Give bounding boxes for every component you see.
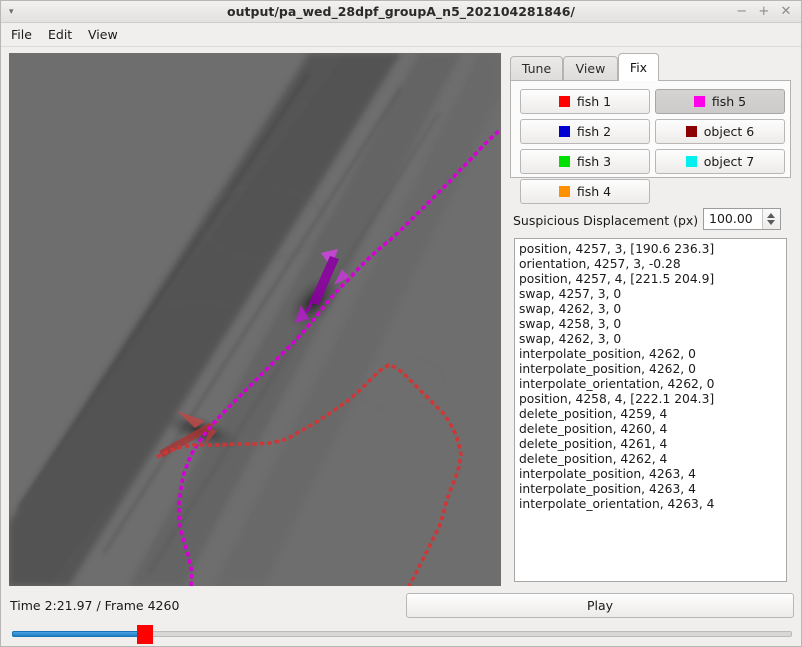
maximize-icon[interactable]: + <box>755 1 773 23</box>
application-window: ▾ output/pa_wed_28dpf_groupA_n5_20210428… <box>0 0 802 647</box>
identity-button-fish-3[interactable]: fish 3 <box>520 149 650 174</box>
menu-item-edit[interactable]: Edit <box>48 23 72 47</box>
tracking-overlay <box>9 53 501 586</box>
identity-label: fish 4 <box>576 184 612 199</box>
menu-item-file[interactable]: File <box>11 23 32 47</box>
identity-label: fish 3 <box>576 154 612 169</box>
list-item[interactable]: delete_position, 4259, 4 <box>519 407 786 422</box>
playback-status-text: Time 2:21.97 / Frame 4260 <box>10 598 180 613</box>
identity-label: fish 2 <box>576 124 612 139</box>
identity-label: object 7 <box>703 154 755 169</box>
suspicious-displacement-value[interactable]: 100.00 <box>709 209 753 229</box>
timeline-progress-fill <box>12 631 145 637</box>
list-item[interactable]: interpolate_position, 4262, 0 <box>519 362 786 377</box>
correction-log-list[interactable]: position, 4257, 3, [190.6 236.3] orienta… <box>514 238 787 582</box>
list-item[interactable]: interpolate_position, 4262, 0 <box>519 347 786 362</box>
list-item[interactable]: orientation, 4257, 3, -0.28 <box>519 257 786 272</box>
list-item[interactable]: interpolate_orientation, 4262, 0 <box>519 377 786 392</box>
spinner-up-icon[interactable] <box>767 213 775 218</box>
suspicious-displacement-spinbox[interactable]: 100.00 <box>703 208 781 230</box>
tab-strip: Tune View Fix <box>507 53 795 81</box>
identity-button-fish-1[interactable]: fish 1 <box>520 89 650 114</box>
play-button[interactable]: Play <box>406 593 794 618</box>
spinner-arrows[interactable] <box>762 209 780 229</box>
window-title: output/pa_wed_28dpf_groupA_n5_2021042818… <box>227 4 575 19</box>
tab-view[interactable]: View <box>563 56 618 81</box>
title-bar: ▾ output/pa_wed_28dpf_groupA_n5_20210428… <box>1 1 801 23</box>
menu-bar: File Edit View <box>1 23 801 47</box>
identity-label: object 6 <box>703 124 755 139</box>
identity-button-object-6[interactable]: object 6 <box>655 119 785 144</box>
window-controls: − + ✕ <box>733 1 795 23</box>
timeline-handle[interactable] <box>137 625 153 644</box>
video-viewport[interactable] <box>9 53 501 586</box>
list-item[interactable]: swap, 4257, 3, 0 <box>519 287 786 302</box>
suspicious-displacement-label: Suspicious Displacement (px) <box>513 213 699 228</box>
list-item[interactable]: swap, 4262, 3, 0 <box>519 332 786 347</box>
fish-4-color-swatch <box>558 186 570 197</box>
control-panel: Tune View Fix fish 1 fish 2 fish 3 fish … <box>507 53 795 586</box>
list-item[interactable]: delete_position, 4260, 4 <box>519 422 786 437</box>
fish-1-color-swatch <box>558 96 570 107</box>
timeline-slider[interactable] <box>1 621 801 647</box>
list-item[interactable]: interpolate_position, 4263, 4 <box>519 482 786 497</box>
close-icon[interactable]: ✕ <box>777 1 795 23</box>
list-item[interactable]: position, 4258, 4, [222.1 204.3] <box>519 392 786 407</box>
identity-label: fish 1 <box>576 94 612 109</box>
identity-button-fish-5[interactable]: fish 5 <box>655 89 785 114</box>
spinner-down-icon[interactable] <box>767 220 775 225</box>
identity-button-object-7[interactable]: object 7 <box>655 149 785 174</box>
list-item[interactable]: position, 4257, 4, [221.5 204.9] <box>519 272 786 287</box>
list-item[interactable]: swap, 4258, 3, 0 <box>519 317 786 332</box>
list-item[interactable]: position, 4257, 3, [190.6 236.3] <box>519 242 786 257</box>
list-item[interactable]: interpolate_position, 4263, 4 <box>519 467 786 482</box>
list-item[interactable]: delete_position, 4262, 4 <box>519 452 786 467</box>
identity-button-fish-2[interactable]: fish 2 <box>520 119 650 144</box>
tab-tune[interactable]: Tune <box>510 56 563 81</box>
object-6-color-swatch <box>685 126 697 137</box>
fix-tab-panel: fish 1 fish 2 fish 3 fish 4 fish 5 objec… <box>510 80 791 204</box>
fish-3-color-swatch <box>558 156 570 167</box>
list-item[interactable]: interpolate_orientation, 4263, 4 <box>519 497 786 512</box>
fish-5-color-swatch <box>693 96 705 107</box>
menu-item-view[interactable]: View <box>88 23 118 47</box>
tab-fix[interactable]: Fix <box>618 53 659 81</box>
list-item[interactable]: delete_position, 4261, 4 <box>519 437 786 452</box>
list-item[interactable]: swap, 4262, 3, 0 <box>519 302 786 317</box>
minimize-icon[interactable]: − <box>733 1 751 23</box>
identity-button-fish-4[interactable]: fish 4 <box>520 179 650 204</box>
object-7-color-swatch <box>685 156 697 167</box>
identity-label: fish 5 <box>711 94 747 109</box>
fish-2-color-swatch <box>558 126 570 137</box>
